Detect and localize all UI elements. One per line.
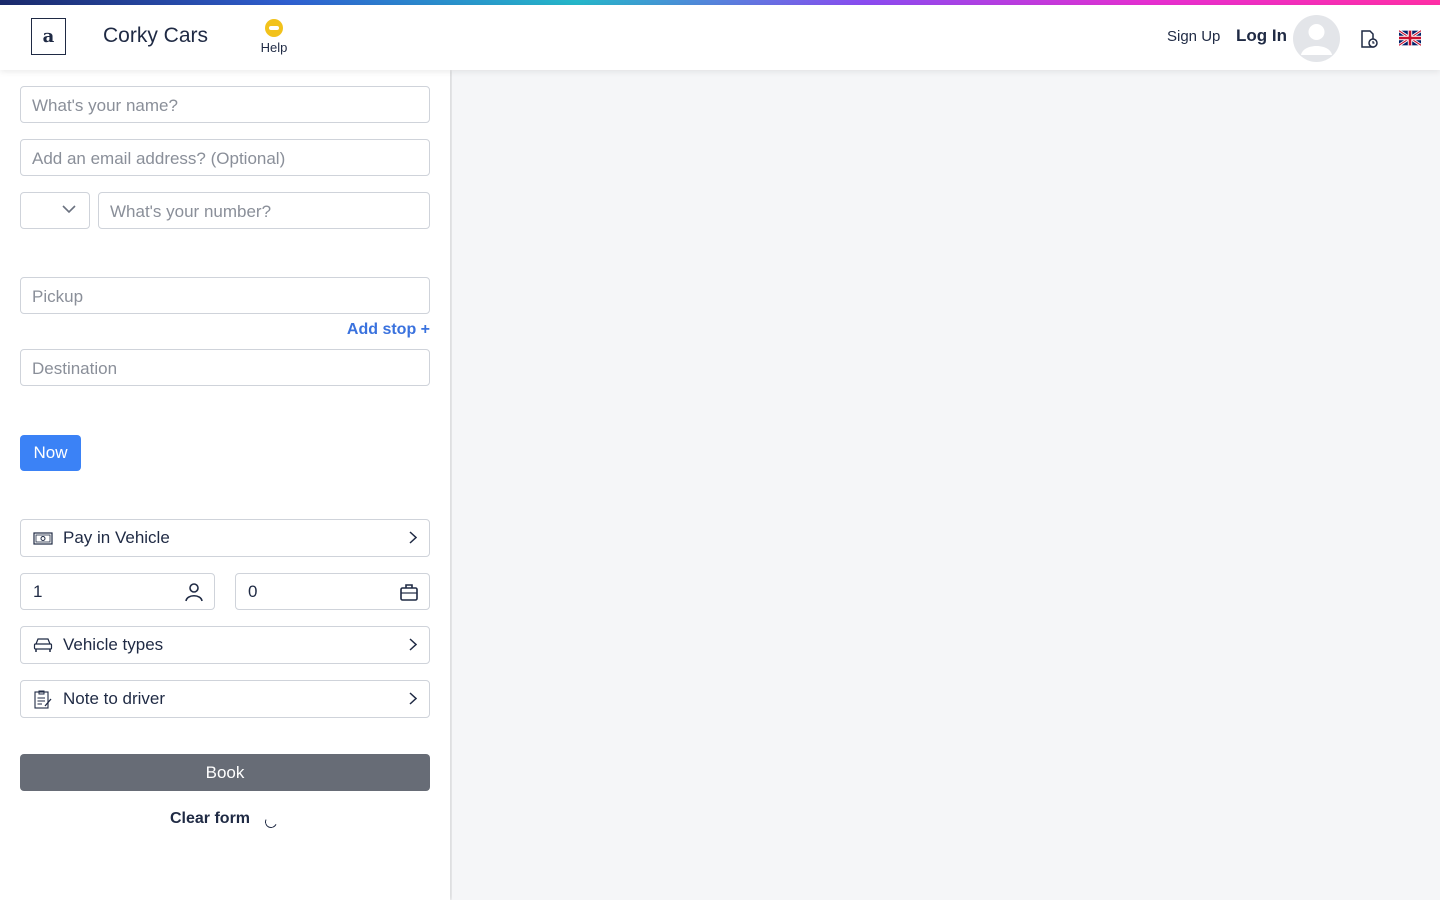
- avatar-icon[interactable]: [1293, 15, 1340, 62]
- passengers-value: 1: [33, 582, 43, 601]
- pickup-input[interactable]: Pickup: [20, 277, 430, 314]
- sign-up-link[interactable]: Sign Up: [1167, 28, 1220, 45]
- name-input[interactable]: What's your name?: [20, 86, 430, 123]
- cash-icon: [33, 529, 55, 547]
- document-icon[interactable]: [1359, 29, 1379, 49]
- payment-method-button[interactable]: Pay in Vehicle: [20, 519, 430, 557]
- person-icon: [185, 583, 203, 602]
- passengers-field[interactable]: 1: [20, 573, 215, 610]
- destination-input[interactable]: Destination: [20, 349, 430, 386]
- map-area[interactable]: [452, 70, 1440, 900]
- loading-spinner-icon: [263, 814, 279, 830]
- app-logo[interactable]: a: [31, 18, 66, 55]
- chevron-down-icon: [62, 205, 76, 214]
- brand-name: Corky Cars: [103, 24, 209, 47]
- log-in-link[interactable]: Log In: [1236, 26, 1287, 46]
- top-header: a Corky Cars Help Sign Up Log In: [0, 5, 1440, 70]
- logo-letter: a: [42, 26, 55, 47]
- payment-method-label: Pay in Vehicle: [63, 528, 170, 547]
- clear-form-button[interactable]: Clear form: [170, 810, 250, 828]
- help-icon: [265, 19, 283, 37]
- booking-panel: What's your name? Add an email address? …: [0, 70, 450, 900]
- chevron-right-icon: [409, 531, 417, 544]
- add-stop-link[interactable]: Add stop +: [347, 321, 430, 339]
- help-label: Help: [260, 40, 288, 55]
- vehicle-types-button[interactable]: Vehicle types: [20, 626, 430, 664]
- note-to-driver-label: Note to driver: [63, 689, 166, 708]
- chevron-right-icon: [409, 638, 417, 651]
- help-button[interactable]: Help: [252, 19, 296, 55]
- note-icon: [33, 690, 55, 709]
- country-code-select[interactable]: [20, 192, 90, 229]
- car-icon: [33, 636, 55, 654]
- luggage-field[interactable]: 0: [235, 573, 430, 610]
- book-button[interactable]: Book: [20, 754, 430, 791]
- chevron-right-icon: [409, 692, 417, 705]
- briefcase-icon: [400, 584, 418, 601]
- uk-flag-icon[interactable]: [1399, 30, 1421, 46]
- now-button[interactable]: Now: [20, 435, 81, 471]
- luggage-value: 0: [248, 582, 258, 601]
- phone-input[interactable]: What's your number?: [98, 192, 430, 229]
- note-to-driver-button[interactable]: Note to driver: [20, 680, 430, 718]
- vehicle-types-label: Vehicle types: [63, 635, 164, 654]
- email-input[interactable]: Add an email address? (Optional): [20, 139, 430, 176]
